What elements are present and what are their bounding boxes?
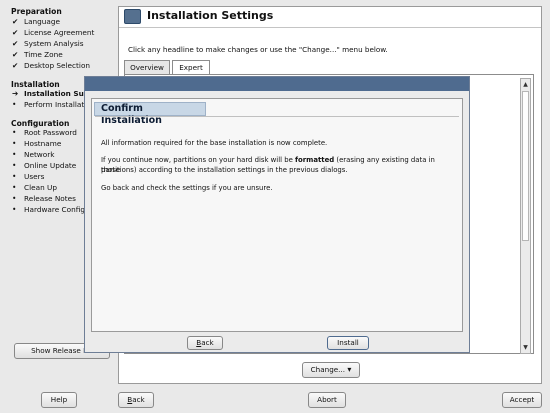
dialog-message-complete: All information required for the base in… <box>101 139 328 147</box>
bullet-icon: • <box>12 128 17 137</box>
dialog-titlebar[interactable] <box>85 77 469 91</box>
bullet-icon: • <box>12 194 17 203</box>
confirm-installation-dialog: Confirm Installation All information req… <box>84 76 470 353</box>
check-icon: ✔ <box>12 28 19 37</box>
chevron-down-icon: ▾ <box>347 365 352 374</box>
dialog-install-button[interactable]: Install <box>327 336 369 350</box>
dialog-heading: Confirm Installation <box>94 102 206 126</box>
step-label: Online Update <box>24 161 77 170</box>
bullet-icon: • <box>12 100 17 109</box>
change-menu-button[interactable]: Change... ▾ <box>302 362 360 378</box>
step-hostname: • Hostname <box>12 138 61 149</box>
section-title-preparation: Preparation <box>11 7 62 16</box>
step-label: Root Password <box>24 128 77 137</box>
step-root-password: • Root Password <box>12 127 77 138</box>
tab-expert[interactable]: Expert <box>172 60 210 74</box>
step-network: • Network <box>12 149 54 160</box>
dialog-back-button[interactable]: Back <box>187 336 223 350</box>
bullet-icon: • <box>12 183 17 192</box>
installation-settings-icon <box>124 9 141 24</box>
step-label: Desktop Selection <box>24 61 91 70</box>
tab-overview[interactable]: Overview <box>124 60 170 74</box>
dialog-content-frame: Confirm Installation All information req… <box>91 98 463 332</box>
step-label: Clean Up <box>24 183 57 192</box>
accept-button[interactable]: Accept <box>502 392 542 408</box>
bullet-icon: • <box>12 150 17 159</box>
instruction-text: Click any headline to make changes or us… <box>128 45 388 54</box>
check-icon: ✔ <box>12 50 19 59</box>
bullet-icon: • <box>12 172 17 181</box>
scroll-thumb[interactable] <box>522 91 529 241</box>
step-users: • Users <box>12 171 44 182</box>
step-label: Time Zone <box>24 50 63 59</box>
step-language: ✔ Language <box>12 16 60 27</box>
step-label: Hostname <box>24 139 62 148</box>
arrow-right-icon: ➔ <box>12 89 19 98</box>
abort-button[interactable]: Abort <box>308 392 346 408</box>
step-label: License Agreement <box>24 28 95 37</box>
step-label: Language <box>24 17 61 26</box>
back-button[interactable]: Back <box>118 392 154 408</box>
dialog-message-unsure: Go back and check the settings if you ar… <box>101 184 273 192</box>
warning-text-start: If you continue now, partitions on your … <box>101 156 296 164</box>
change-button-label: Change... <box>310 365 346 374</box>
step-time-zone: ✔ Time Zone <box>12 49 63 60</box>
warning-text-bold: formatted <box>295 156 335 164</box>
bullet-icon: • <box>12 139 17 148</box>
bullet-icon: • <box>12 161 17 170</box>
bullet-icon: • <box>12 205 17 214</box>
step-online-update: • Online Update <box>12 160 76 171</box>
dialog-message-warning-cont: partitions) according to the installatio… <box>101 166 348 174</box>
step-clean-up: • Clean Up <box>12 182 57 193</box>
step-license-agreement: ✔ License Agreement <box>12 27 94 38</box>
check-icon: ✔ <box>12 39 19 48</box>
content-scrollbar[interactable]: ▲ ▼ <box>520 78 531 354</box>
step-label: Perform Installati <box>24 100 87 109</box>
step-label: Release Notes <box>24 194 76 203</box>
check-icon: ✔ <box>12 17 19 26</box>
dialog-heading-divider <box>95 116 459 117</box>
step-system-analysis: ✔ System Analysis <box>12 38 84 49</box>
step-label: Hardware Configu <box>24 205 90 214</box>
help-button[interactable]: Help <box>41 392 77 408</box>
scroll-down-icon[interactable]: ▼ <box>521 343 530 353</box>
step-label: Network <box>24 150 55 159</box>
step-label: Users <box>24 172 45 181</box>
scroll-up-icon[interactable]: ▲ <box>521 80 530 90</box>
step-label: System Analysis <box>24 39 84 48</box>
check-icon: ✔ <box>12 61 19 70</box>
page-title: Installation Settings <box>147 9 274 22</box>
step-desktop-selection: ✔ Desktop Selection <box>12 60 90 71</box>
step-hardware-configuration: • Hardware Configu <box>12 204 90 215</box>
step-perform-installation: • Perform Installati <box>12 99 86 110</box>
step-release-notes: • Release Notes <box>12 193 76 204</box>
title-divider <box>119 27 541 28</box>
